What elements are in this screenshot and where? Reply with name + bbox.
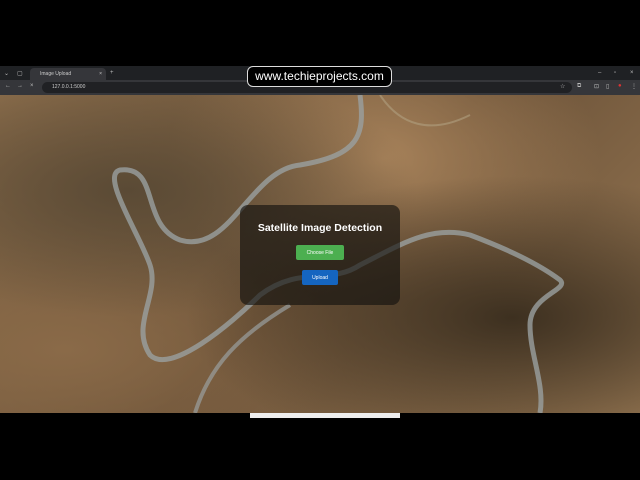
tab-title: Image Upload (40, 71, 72, 77)
stop-icon[interactable]: × (30, 83, 34, 89)
minimize-button[interactable]: – (598, 70, 601, 76)
forward-icon[interactable]: → (17, 83, 23, 89)
tab-image-upload[interactable]: Image Upload × (30, 68, 106, 80)
url-text: 127.0.0.1:5000 (52, 84, 86, 90)
page-background: Satellite Image Detection Choose File Up… (0, 95, 640, 413)
upload-card: Satellite Image Detection Choose File Up… (240, 205, 400, 305)
watermark: www.techieprojects.com (247, 66, 392, 87)
tab-close-icon[interactable]: × (99, 71, 102, 77)
profile-avatar-icon[interactable]: ● (618, 83, 622, 89)
maximize-button[interactable]: ▫ (614, 70, 616, 76)
sidepanel-icon[interactable]: ▯ (606, 83, 609, 90)
bookmark-icon[interactable]: ☆ (560, 83, 565, 90)
new-tab-button[interactable]: + (110, 70, 114, 76)
choose-file-button[interactable]: Choose File (296, 245, 344, 260)
close-window-button[interactable]: × (630, 70, 634, 76)
downloads-icon[interactable]: ⊡ (594, 83, 599, 90)
back-icon[interactable]: ← (5, 83, 11, 89)
extensions-icon[interactable]: ⧉ (577, 83, 581, 90)
page-title: Satellite Image Detection (257, 222, 383, 234)
upload-button[interactable]: Upload (302, 270, 338, 285)
menu-icon[interactable]: ⋮ (631, 83, 637, 90)
tab-search-icon[interactable]: ⌄ (4, 70, 9, 77)
video-progress-bar (250, 413, 400, 418)
tab-group-icon[interactable]: ▢ (17, 70, 23, 77)
